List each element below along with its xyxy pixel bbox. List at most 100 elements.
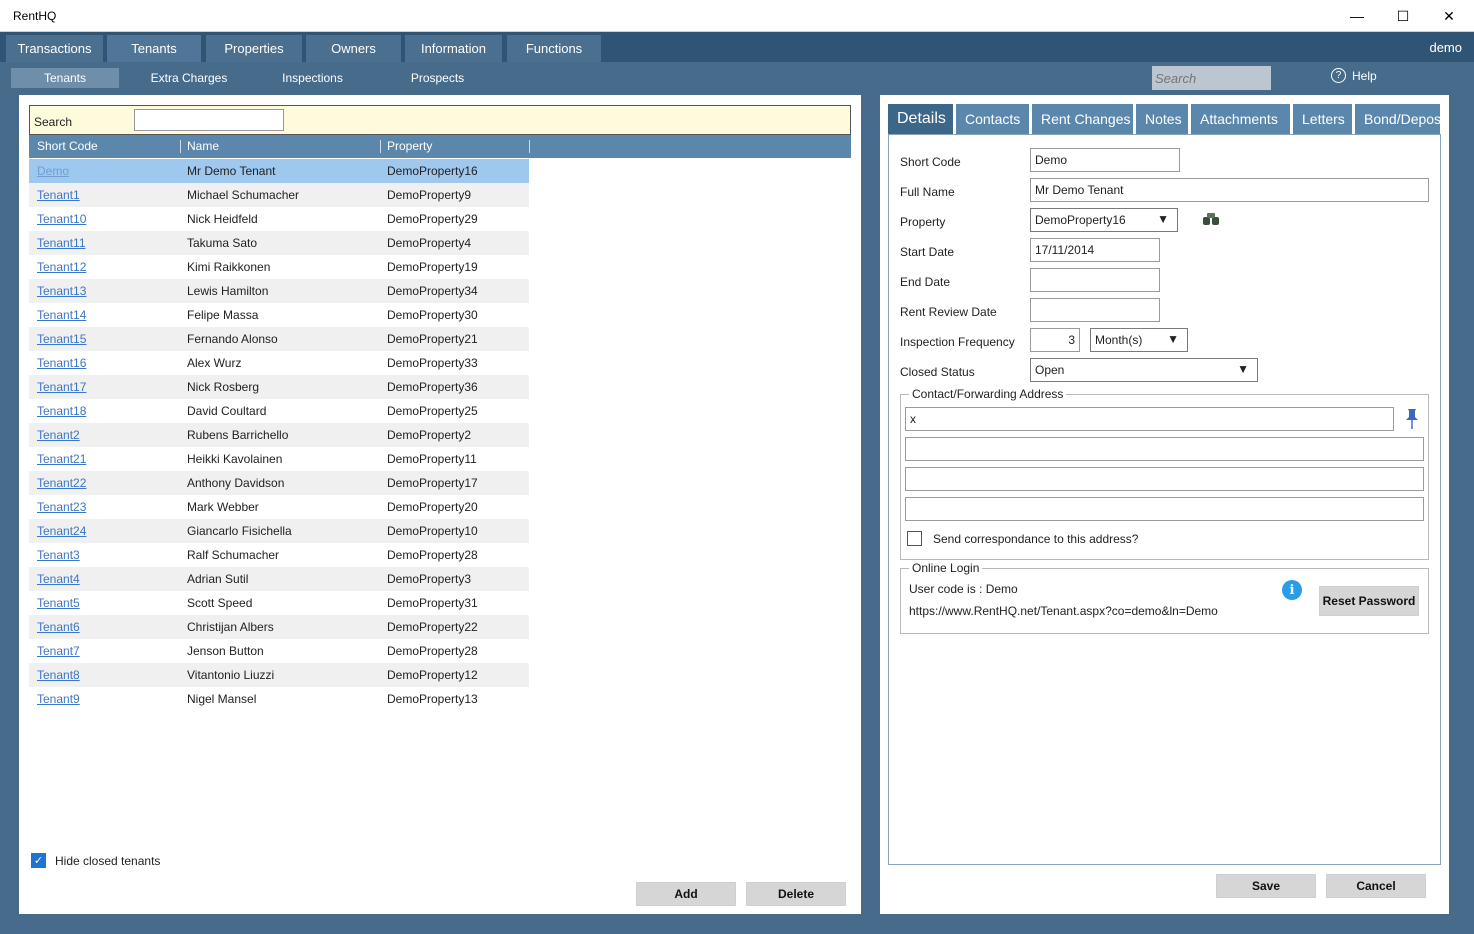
column-short-code[interactable]: Short Code [37,139,98,153]
full-name-field[interactable]: Mr Demo Tenant [1030,178,1429,202]
binoculars-icon[interactable] [1202,211,1220,227]
tab-details[interactable]: Details [888,104,953,134]
short-code-cell[interactable]: Tenant2 [37,428,80,442]
short-code-cell[interactable]: Tenant5 [37,596,80,610]
tab-notes[interactable]: Notes [1136,104,1188,134]
column-separator[interactable] [529,140,530,153]
short-code-cell[interactable]: Tenant22 [37,476,86,490]
short-code-cell[interactable]: Tenant7 [37,644,80,658]
short-code-cell[interactable]: Tenant24 [37,524,86,538]
send-correspondence-checkbox[interactable] [907,531,922,546]
help-button[interactable]: ? Help [1331,68,1377,83]
column-property[interactable]: Property [387,139,432,153]
table-row[interactable]: Tenant21 Heikki Kavolainen DemoProperty11 [29,447,529,471]
table-row[interactable]: Tenant15 Fernando Alonso DemoProperty21 [29,327,529,351]
table-row[interactable]: Tenant4 Adrian Sutil DemoProperty3 [29,567,529,591]
property-select[interactable]: DemoProperty16 ▼ [1030,208,1178,232]
table-row[interactable]: Tenant17 Nick Rosberg DemoProperty36 [29,375,529,399]
address-line-2[interactable] [905,437,1424,461]
tab-properties[interactable]: Properties [206,35,302,62]
tab-functions[interactable]: Functions [507,35,601,62]
short-code-cell[interactable]: Tenant21 [37,452,86,466]
reset-password-button[interactable]: Reset Password [1319,586,1419,616]
short-code-cell[interactable]: Tenant9 [37,692,80,706]
table-row[interactable]: Tenant1 Michael Schumacher DemoProperty9 [29,183,529,207]
cancel-button[interactable]: Cancel [1326,874,1426,898]
table-row[interactable]: Tenant13 Lewis Hamilton DemoProperty34 [29,279,529,303]
end-date-field[interactable] [1030,268,1160,292]
short-code-cell[interactable]: Tenant1 [37,188,80,202]
short-code-cell[interactable]: Tenant23 [37,500,86,514]
table-row[interactable]: Tenant9 Nigel Mansel DemoProperty13 [29,687,529,711]
table-row[interactable]: Tenant22 Anthony Davidson DemoProperty17 [29,471,529,495]
table-row[interactable]: Tenant2 Rubens Barrichello DemoProperty2 [29,423,529,447]
short-code-cell[interactable]: Tenant18 [37,404,86,418]
start-date-field[interactable]: 17/11/2014 [1030,238,1160,262]
global-search-input[interactable] [1152,66,1271,90]
table-row[interactable]: Tenant3 Ralf Schumacher DemoProperty28 [29,543,529,567]
tab-information[interactable]: Information [405,35,502,62]
short-code-cell[interactable]: Tenant15 [37,332,86,346]
close-button[interactable]: ✕ [1426,0,1472,32]
short-code-cell[interactable]: Tenant13 [37,284,86,298]
short-code-cell[interactable]: Tenant12 [37,260,86,274]
column-separator[interactable] [380,140,381,153]
delete-button[interactable]: Delete [746,882,846,906]
inspection-frequency-field[interactable]: 3 [1030,328,1080,352]
short-code-cell[interactable]: Tenant10 [37,212,86,226]
subtab-extra-charges[interactable]: Extra Charges [136,68,242,88]
title-bar: RentHQ — ☐ ✕ [0,0,1474,32]
table-row[interactable]: Tenant16 Alex Wurz DemoProperty33 [29,351,529,375]
short-code-cell[interactable]: Tenant17 [37,380,86,394]
subtab-prospects[interactable]: Prospects [390,68,485,88]
subtab-inspections[interactable]: Inspections [262,68,363,88]
short-code-cell[interactable]: Tenant6 [37,620,80,634]
tab-transactions[interactable]: Transactions [6,35,103,62]
tab-tenants[interactable]: Tenants [107,35,201,62]
rent-review-date-field[interactable] [1030,298,1160,322]
short-code-cell[interactable]: Tenant4 [37,572,80,586]
table-row[interactable]: Tenant23 Mark Webber DemoProperty20 [29,495,529,519]
table-row[interactable]: Demo Mr Demo Tenant DemoProperty16 [29,159,529,183]
short-code-cell[interactable]: Tenant3 [37,548,80,562]
table-row[interactable]: Tenant14 Felipe Massa DemoProperty30 [29,303,529,327]
column-name[interactable]: Name [187,139,219,153]
subtab-tenants[interactable]: Tenants [11,68,119,88]
table-row[interactable]: Tenant8 Vitantonio Liuzzi DemoProperty12 [29,663,529,687]
maximize-button[interactable]: ☐ [1380,0,1426,32]
short-code-cell[interactable]: Tenant11 [37,236,86,250]
short-code-cell[interactable]: Tenant16 [37,356,86,370]
hide-closed-toggle[interactable]: ✓ Hide closed tenants [31,853,160,868]
address-line-1[interactable]: x [905,407,1394,431]
save-button[interactable]: Save [1216,874,1316,898]
add-button[interactable]: Add [636,882,736,906]
short-code-field[interactable]: Demo [1030,148,1180,172]
short-code-cell[interactable]: Demo [37,164,69,178]
table-row[interactable]: Tenant12 Kimi Raikkonen DemoProperty19 [29,255,529,279]
address-line-3[interactable] [905,467,1424,491]
pin-icon[interactable] [1404,408,1420,430]
short-code-cell[interactable]: Tenant14 [37,308,86,322]
list-search-input[interactable] [134,109,284,131]
info-icon[interactable]: i [1282,580,1302,600]
tab-contacts[interactable]: Contacts [956,104,1029,134]
tab-attachments[interactable]: Attachments [1191,104,1290,134]
table-row[interactable]: Tenant10 Nick Heidfeld DemoProperty29 [29,207,529,231]
address-line-4[interactable] [905,497,1424,521]
inspection-unit-select[interactable]: Month(s) ▼ [1090,328,1188,352]
tab-owners[interactable]: Owners [306,35,401,62]
table-row[interactable]: Tenant18 David Coultard DemoProperty25 [29,399,529,423]
hide-closed-checkbox[interactable]: ✓ [31,853,46,868]
closed-status-select[interactable]: Open ▼ [1030,358,1258,382]
table-row[interactable]: Tenant5 Scott Speed DemoProperty31 [29,591,529,615]
tab-rent-changes[interactable]: Rent Changes [1032,104,1133,134]
table-row[interactable]: Tenant24 Giancarlo Fisichella DemoProperty… [29,519,529,543]
table-row[interactable]: Tenant6 Christijan Albers DemoProperty22 [29,615,529,639]
short-code-cell[interactable]: Tenant8 [37,668,80,682]
tab-letters[interactable]: Letters [1293,104,1352,134]
tab-bond-deposit[interactable]: Bond/Deposit [1355,104,1440,134]
table-row[interactable]: Tenant11 Takuma Sato DemoProperty4 [29,231,529,255]
column-separator[interactable] [180,140,181,153]
table-row[interactable]: Tenant7 Jenson Button DemoProperty28 [29,639,529,663]
minimize-button[interactable]: — [1334,0,1380,32]
